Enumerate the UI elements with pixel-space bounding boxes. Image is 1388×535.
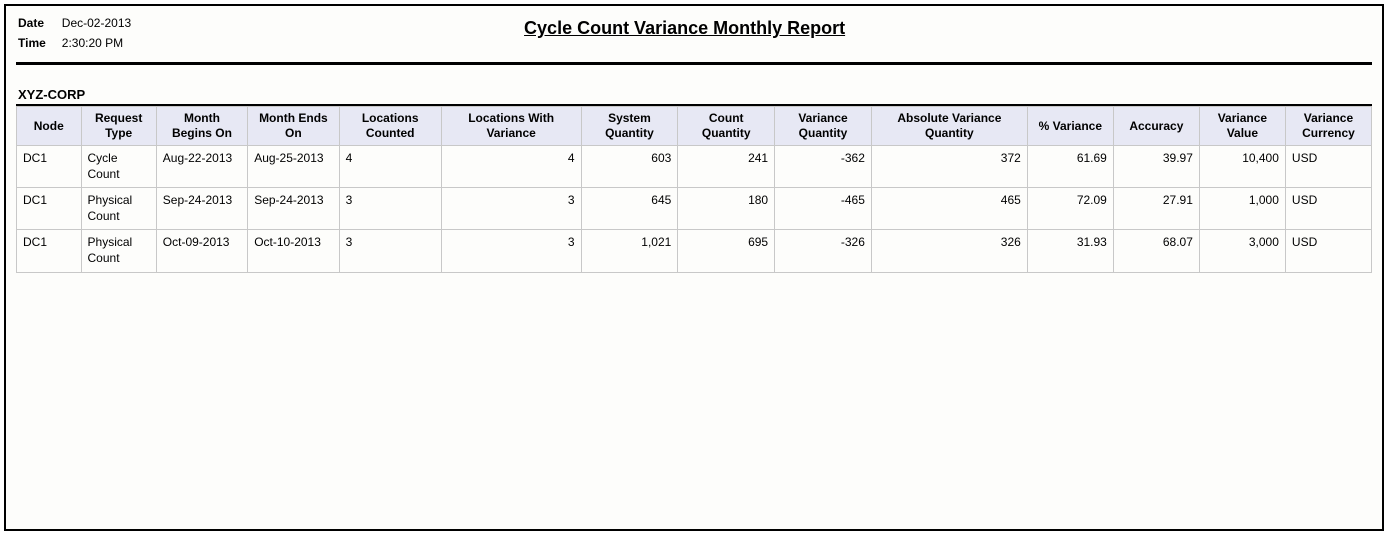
cell-request-type: Physical Count [81, 230, 156, 272]
cell-pct-variance: 72.09 [1027, 188, 1113, 230]
col-month-ends: Month Ends On [248, 107, 339, 146]
corp-name: XYZ-CORP [18, 87, 1372, 102]
cell-count-quantity: 241 [678, 146, 775, 188]
col-count-quantity: Count Quantity [678, 107, 775, 146]
cell-month-ends: Sep-24-2013 [248, 188, 339, 230]
cell-locations-with-variance: 3 [441, 230, 581, 272]
cell-variance-quantity: -465 [775, 188, 872, 230]
cell-absolute-variance-quantity: 372 [871, 146, 1027, 188]
report-frame: Date Dec-02-2013 Time 2:30:20 PM Cycle C… [4, 4, 1384, 531]
cell-request-type: Cycle Count [81, 146, 156, 188]
cell-variance-quantity: -326 [775, 230, 872, 272]
cell-count-quantity: 180 [678, 188, 775, 230]
col-locations-counted: Locations Counted [339, 107, 441, 146]
table-header-row: Node Request Type Month Begins On Month … [17, 107, 1372, 146]
cell-locations-with-variance: 3 [441, 188, 581, 230]
report-header: Date Dec-02-2013 Time 2:30:20 PM Cycle C… [16, 12, 1372, 58]
table-row: DC1Cycle CountAug-22-2013Aug-25-20134460… [17, 146, 1372, 188]
cell-month-begins: Aug-22-2013 [156, 146, 247, 188]
cell-accuracy: 39.97 [1113, 146, 1199, 188]
cell-month-ends: Aug-25-2013 [248, 146, 339, 188]
col-variance-quantity: Variance Quantity [775, 107, 872, 146]
cell-accuracy: 68.07 [1113, 230, 1199, 272]
table-row: DC1Physical CountOct-09-2013Oct-10-20133… [17, 230, 1372, 272]
cell-variance-value: 3,000 [1199, 230, 1285, 272]
col-request-type: Request Type [81, 107, 156, 146]
cell-variance-currency: USD [1285, 230, 1371, 272]
cell-absolute-variance-quantity: 465 [871, 188, 1027, 230]
date-value: Dec-02-2013 [62, 14, 145, 32]
cell-count-quantity: 695 [678, 230, 775, 272]
cell-variance-currency: USD [1285, 146, 1371, 188]
cell-accuracy: 27.91 [1113, 188, 1199, 230]
cell-variance-currency: USD [1285, 188, 1371, 230]
col-system-quantity: System Quantity [581, 107, 678, 146]
cell-node: DC1 [17, 230, 82, 272]
cell-locations-counted: 3 [339, 230, 441, 272]
cell-absolute-variance-quantity: 326 [871, 230, 1027, 272]
cell-month-ends: Oct-10-2013 [248, 230, 339, 272]
col-node: Node [17, 107, 82, 146]
col-variance-value: Variance Value [1199, 107, 1285, 146]
cell-variance-value: 1,000 [1199, 188, 1285, 230]
cell-system-quantity: 603 [581, 146, 678, 188]
cell-system-quantity: 645 [581, 188, 678, 230]
cell-locations-counted: 3 [339, 188, 441, 230]
col-locations-with-variance: Locations With Variance [441, 107, 581, 146]
cell-node: DC1 [17, 146, 82, 188]
cell-month-begins: Oct-09-2013 [156, 230, 247, 272]
col-accuracy: Accuracy [1113, 107, 1199, 146]
date-label: Date [18, 14, 60, 32]
cell-node: DC1 [17, 188, 82, 230]
cell-variance-quantity: -362 [775, 146, 872, 188]
cell-pct-variance: 61.69 [1027, 146, 1113, 188]
col-pct-variance: % Variance [1027, 107, 1113, 146]
table-row: DC1Physical CountSep-24-2013Sep-24-20133… [17, 188, 1372, 230]
col-month-begins: Month Begins On [156, 107, 247, 146]
cell-locations-counted: 4 [339, 146, 441, 188]
cell-pct-variance: 31.93 [1027, 230, 1113, 272]
cell-system-quantity: 1,021 [581, 230, 678, 272]
report-title: Cycle Count Variance Monthly Report [524, 18, 845, 39]
cell-month-begins: Sep-24-2013 [156, 188, 247, 230]
col-variance-currency: Variance Currency [1285, 107, 1371, 146]
report-meta: Date Dec-02-2013 Time 2:30:20 PM [16, 12, 147, 54]
cell-request-type: Physical Count [81, 188, 156, 230]
col-abs-variance-quantity: Absolute Variance Quantity [871, 107, 1027, 146]
cell-variance-value: 10,400 [1199, 146, 1285, 188]
cell-locations-with-variance: 4 [441, 146, 581, 188]
header-separator [16, 62, 1372, 65]
variance-table: Node Request Type Month Begins On Month … [16, 106, 1372, 273]
time-value: 2:30:20 PM [62, 34, 145, 52]
time-label: Time [18, 34, 60, 52]
